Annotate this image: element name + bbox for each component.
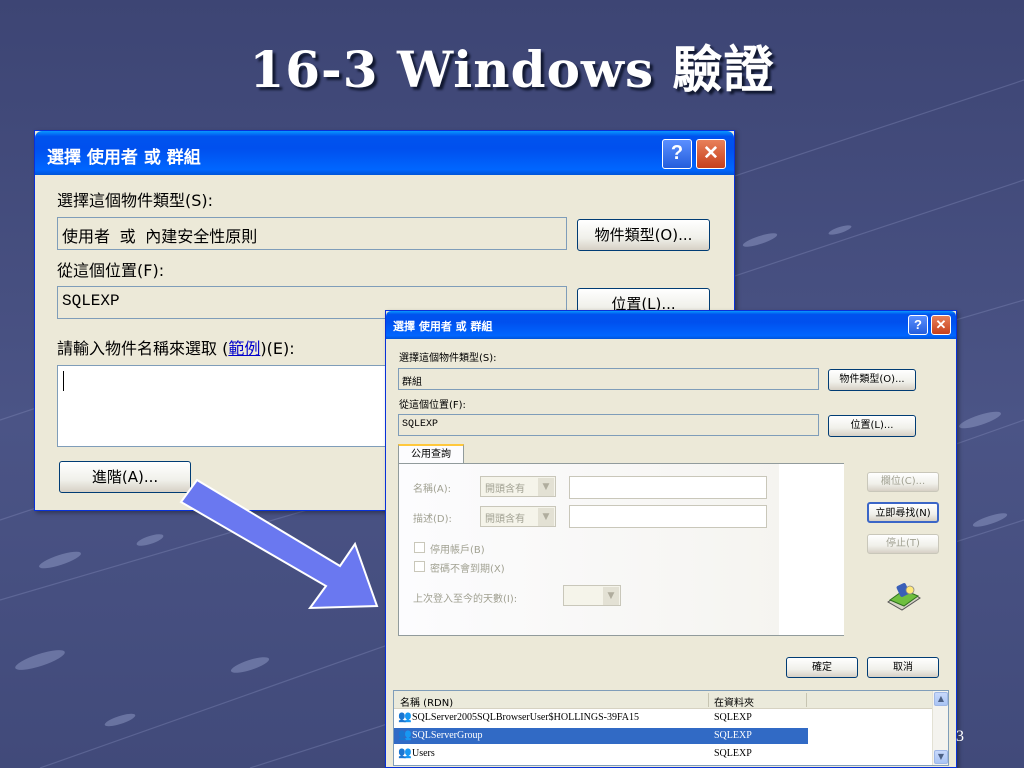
column-divider	[708, 693, 709, 707]
non-expiring-password-checkbox[interactable]	[414, 561, 425, 572]
object-type-field: 群組	[398, 368, 819, 390]
object-type-field: 使用者 或 內建安全性原則	[57, 217, 567, 250]
column-header-name[interactable]: 名稱 (RDN)	[400, 694, 453, 709]
row-folder: SQLEXP	[714, 748, 752, 759]
description-query-input[interactable]	[569, 505, 767, 528]
chevron-down-icon: ▼	[538, 478, 554, 496]
object-type-label: 選擇這個物件類型(S):	[57, 191, 214, 210]
name-mode-value: 開頭含有	[485, 484, 525, 495]
cancel-button[interactable]: 取消	[867, 657, 939, 678]
table-row[interactable]: 👥 SQLServer2005SQLBrowserUser$HOLLINGS-3…	[394, 710, 934, 726]
dialog-titlebar: 選擇 使用者 或 群組	[386, 311, 956, 339]
enter-names-prefix: 請輸入物件名稱來選取 (	[57, 339, 229, 358]
name-mode-select[interactable]: 開頭含有 ▼	[480, 476, 556, 497]
enter-names-suffix: )(E):	[260, 339, 295, 358]
columns-button[interactable]: 欄位(C)...	[867, 472, 939, 492]
object-type-label: 選擇這個物件類型(S):	[399, 353, 497, 364]
enter-names-label: 請輸入物件名稱來選取 (範例)(E):	[57, 335, 295, 359]
description-mode-select[interactable]: 開頭含有 ▼	[480, 506, 556, 527]
name-query-label: 名稱(A):	[413, 484, 452, 495]
table-row[interactable]: 👥 Users SQLEXP	[394, 746, 934, 762]
object-types-button[interactable]: 物件類型(O)...	[828, 369, 916, 391]
group-icon: 👥	[398, 747, 412, 759]
group-icon: 👥	[398, 729, 412, 741]
chevron-down-icon: ▼	[603, 587, 619, 605]
panel-right-area	[779, 464, 844, 635]
stop-button[interactable]: 停止(T)	[867, 534, 939, 554]
help-button[interactable]: ?	[662, 139, 692, 169]
non-expiring-password-label: 密碼不會到期(X)	[430, 564, 505, 575]
group-icon: 👥	[398, 711, 412, 723]
page-number: 3	[956, 728, 964, 745]
search-results-list[interactable]: 名稱 (RDN) 在資料夾 👥 SQLServer2005SQLBrowserU…	[393, 690, 949, 766]
text-cursor	[63, 371, 64, 391]
arrow-icon	[179, 478, 379, 610]
chevron-down-icon: ▼	[538, 508, 554, 526]
advanced-button[interactable]: 進階(A)...	[59, 461, 191, 493]
disabled-accounts-checkbox[interactable]	[414, 542, 425, 553]
dialog-title: 選擇 使用者 或 群組	[393, 320, 493, 333]
table-row[interactable]: 👥 SQLServerGroup SQLEXP	[394, 728, 934, 744]
scroll-up-icon[interactable]: ▲	[934, 692, 948, 706]
row-name: Users	[412, 748, 435, 759]
column-divider	[806, 693, 807, 707]
location-field: SQLEXP	[398, 414, 819, 436]
name-query-input[interactable]	[569, 476, 767, 499]
search-flashlight-icon	[887, 583, 921, 611]
days-since-login-select[interactable]: ▼	[563, 585, 621, 606]
description-query-label: 描述(D):	[413, 514, 452, 525]
disabled-accounts-label: 停用帳戶(B)	[430, 545, 485, 556]
scroll-down-icon[interactable]: ▼	[934, 750, 948, 764]
location-label: 從這個位置(F):	[399, 400, 466, 411]
days-since-login-label: 上次登入至今的天數(I):	[413, 594, 518, 605]
row-folder: SQLEXP	[714, 730, 752, 741]
locations-button[interactable]: 位置(L)...	[828, 415, 916, 437]
column-header-folder[interactable]: 在資料夾	[714, 694, 754, 709]
close-button[interactable]: ✕	[696, 139, 726, 169]
examples-link[interactable]: 範例	[228, 339, 260, 358]
find-now-button[interactable]: 立即尋找(N)	[867, 502, 939, 523]
tab-common-queries[interactable]: 公用查詢	[398, 444, 464, 464]
close-button[interactable]: ✕	[931, 315, 951, 335]
dialog-title: 選擇 使用者 或 群組	[47, 148, 201, 168]
help-button[interactable]: ?	[908, 315, 928, 335]
vertical-scrollbar[interactable]: ▲ ▼	[932, 691, 948, 765]
row-folder: SQLEXP	[714, 712, 752, 723]
location-label: 從這個位置(F):	[57, 261, 165, 280]
row-name: SQLServerGroup	[412, 730, 483, 741]
dialog-titlebar: 選擇 使用者 或 群組	[35, 131, 734, 175]
results-header: 名稱 (RDN) 在資料夾	[394, 691, 934, 709]
ok-button[interactable]: 確定	[786, 657, 858, 678]
row-name: SQLServer2005SQLBrowserUser$HOLLINGS-39F…	[412, 712, 640, 723]
slide-title: 16-3 Windows 驗證	[249, 40, 775, 99]
description-mode-value: 開頭含有	[485, 514, 525, 525]
object-types-button[interactable]: 物件類型(O)...	[577, 219, 710, 251]
